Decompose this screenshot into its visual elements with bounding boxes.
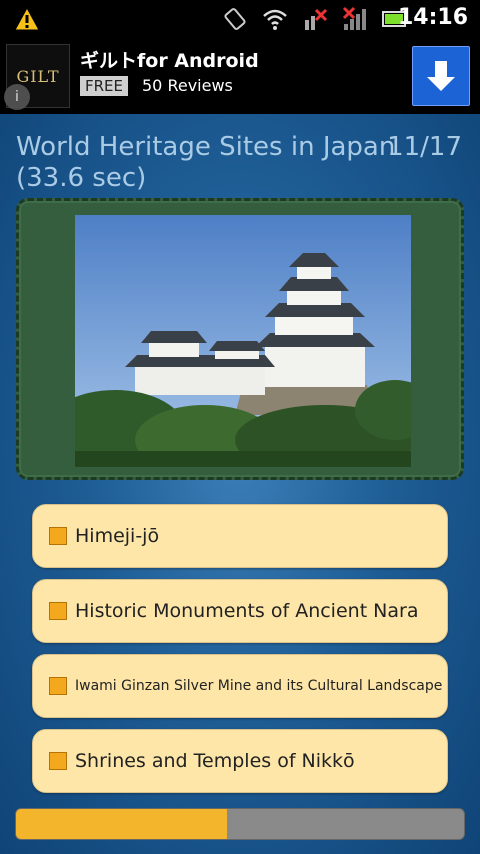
download-button[interactable] [412,46,470,106]
download-arrow-icon [427,61,455,91]
timer: (33.6 sec) [16,163,147,193]
answer-option-4[interactable]: Shrines and Temples of Nikkō [32,729,448,793]
checkbox-icon[interactable] [49,527,67,545]
ad-reviews: 50 Reviews [142,76,233,95]
quiz-header: World Heritage Sites in Japan 11/17 (33.… [16,132,466,194]
answer-option-1[interactable]: Himeji-jō [32,504,448,568]
time-progress-bar [15,808,465,840]
answer-list: Himeji-jō Historic Monuments of Ancient … [32,504,448,804]
quiz-screen: World Heritage Sites in Japan 11/17 (33.… [0,114,480,854]
wifi-icon [263,9,287,30]
checkbox-icon[interactable] [49,602,67,620]
ad-banner[interactable]: GILT i ギルトfor Android FREE 50 Reviews [0,38,480,114]
answer-label: Iwami Ginzan Silver Mine and its Cultura… [75,678,443,694]
answer-option-2[interactable]: Historic Monuments of Ancient Nara [32,579,448,643]
no-data-icon [305,8,328,30]
checkbox-icon[interactable] [49,677,67,695]
status-bar: 14:16 [0,0,480,38]
photo-frame [16,198,464,480]
checkbox-icon[interactable] [49,752,67,770]
answer-option-3[interactable]: Iwami Ginzan Silver Mine and its Cultura… [32,654,448,718]
clock: 14:16 [397,5,468,30]
signal-off-icon [342,6,366,30]
answer-label: Shrines and Temples of Nikkō [75,750,355,772]
question-counter: 11/17 [387,132,462,162]
rotation-icon [224,8,246,30]
warning-icon [14,7,40,31]
progress-fill [16,809,227,839]
question-photo [75,215,411,467]
answer-label: Himeji-jō [75,525,160,547]
info-icon[interactable]: i [4,84,30,110]
ad-free-badge: FREE [80,76,129,96]
answer-label: Historic Monuments of Ancient Nara [75,600,419,622]
